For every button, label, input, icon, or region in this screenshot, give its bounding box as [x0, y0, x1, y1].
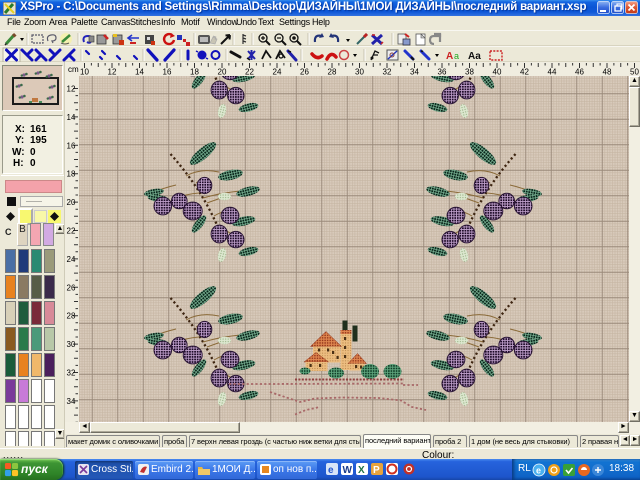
svg-text:16: 16	[67, 141, 76, 150]
svg-text:Aa: Aa	[468, 51, 481, 62]
svg-text:20: 20	[218, 68, 227, 77]
svg-text:18: 18	[67, 170, 76, 179]
svg-text:X: X	[358, 465, 365, 476]
svg-text:38: 38	[465, 68, 474, 77]
svg-text:cm: cm	[68, 65, 79, 74]
svg-text:20: 20	[67, 198, 76, 207]
svg-text:10: 10	[80, 68, 89, 77]
svg-text:26: 26	[67, 283, 76, 292]
svg-text:12: 12	[67, 85, 76, 94]
svg-text:42: 42	[520, 68, 529, 77]
svg-text:40: 40	[493, 68, 502, 77]
svg-text:34: 34	[410, 68, 419, 77]
svg-text:44: 44	[548, 68, 557, 77]
svg-text:22: 22	[245, 68, 254, 77]
svg-text:36: 36	[438, 68, 447, 77]
svg-text:e: e	[536, 466, 541, 476]
svg-text:a: a	[454, 51, 459, 61]
svg-text:14: 14	[67, 113, 76, 122]
svg-text:34: 34	[67, 397, 76, 406]
svg-text:12: 12	[108, 68, 117, 77]
svg-text:50: 50	[630, 68, 639, 77]
svg-text:32: 32	[383, 68, 392, 77]
svg-text:16: 16	[163, 68, 172, 77]
svg-text:14: 14	[135, 68, 144, 77]
svg-text:28: 28	[328, 68, 337, 77]
svg-text:32: 32	[67, 369, 76, 378]
svg-text:30: 30	[355, 68, 364, 77]
svg-text:26: 26	[300, 68, 309, 77]
svg-text:46: 46	[575, 68, 584, 77]
svg-text:22: 22	[67, 227, 76, 236]
svg-text:24: 24	[273, 68, 282, 77]
svg-text:24: 24	[67, 255, 76, 264]
svg-text:30: 30	[67, 340, 76, 349]
svg-text:A: A	[446, 51, 453, 62]
svg-text:W: W	[343, 465, 353, 476]
svg-text:P: P	[373, 465, 380, 476]
svg-text:48: 48	[603, 68, 612, 77]
svg-text:e: e	[328, 465, 334, 476]
svg-text:28: 28	[67, 312, 76, 321]
svg-text:18: 18	[190, 68, 199, 77]
